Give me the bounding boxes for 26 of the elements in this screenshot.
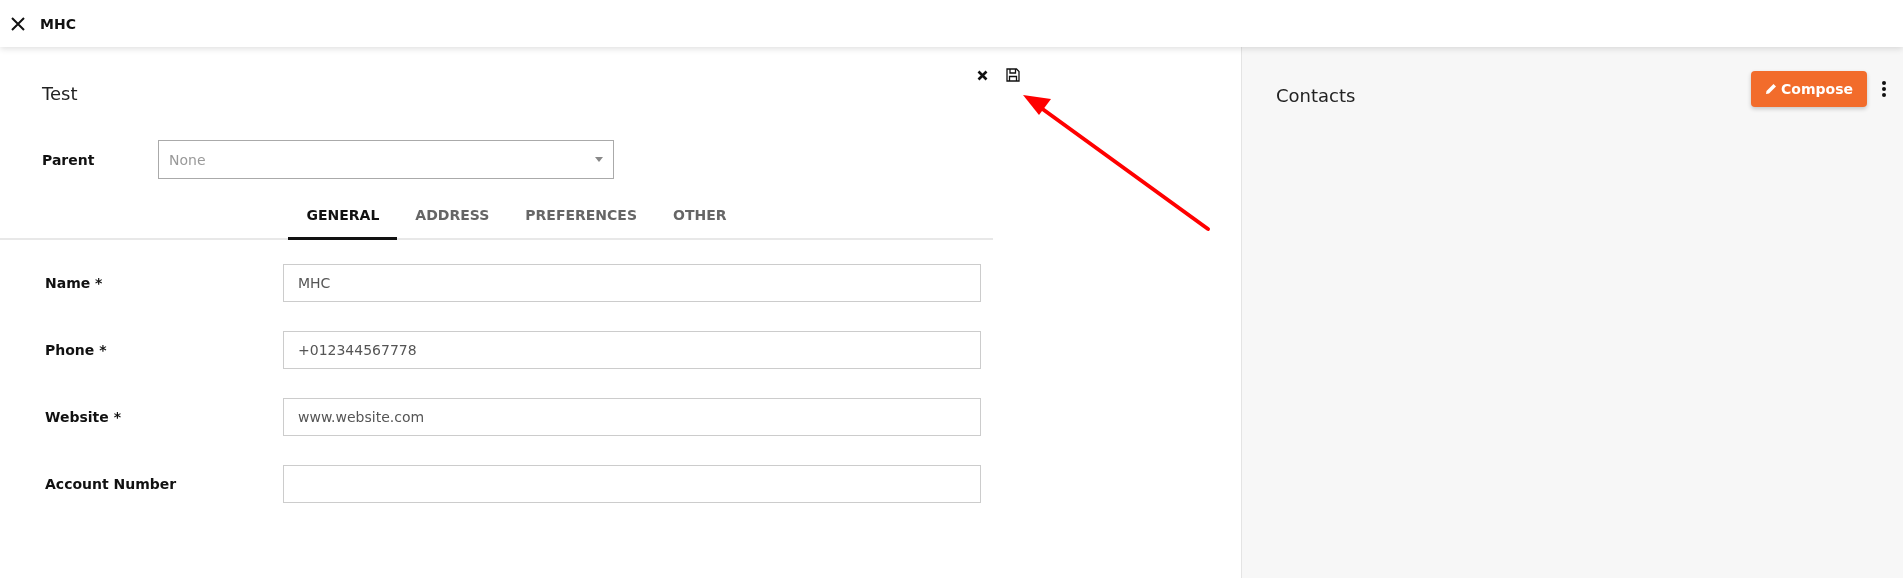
parent-select[interactable]: None [158,140,614,179]
header-title: MHC [40,15,76,32]
field-label: Name * [45,275,104,291]
tab[interactable]: PREFERENCES [507,195,655,240]
tab[interactable]: ADDRESS [397,195,508,240]
close-button[interactable] [10,15,26,32]
cancel-button[interactable] [977,69,988,81]
tab[interactable]: GENERAL [288,195,398,240]
input-field[interactable]: +012344567778 [283,331,981,369]
input-field[interactable]: MHC [283,264,981,302]
close-icon [10,15,26,32]
compose-button[interactable]: Compose [1751,71,1867,107]
more-icon[interactable] [1881,81,1887,97]
parent-label: Parent [42,151,96,168]
field-label: Account Number [45,476,178,492]
field-label: Phone * [45,342,108,358]
pencil-icon [1765,83,1778,95]
tab[interactable]: OTHER [655,195,745,240]
input-field[interactable]: www.website.com [283,398,981,436]
close-icon [977,69,988,81]
input-field[interactable] [283,465,981,503]
contacts-title: Contacts [1276,85,1356,106]
form-title: Test [42,83,78,104]
field-label: Website * [45,409,122,425]
caret-icon [595,157,603,162]
save-button[interactable] [1006,68,1020,82]
